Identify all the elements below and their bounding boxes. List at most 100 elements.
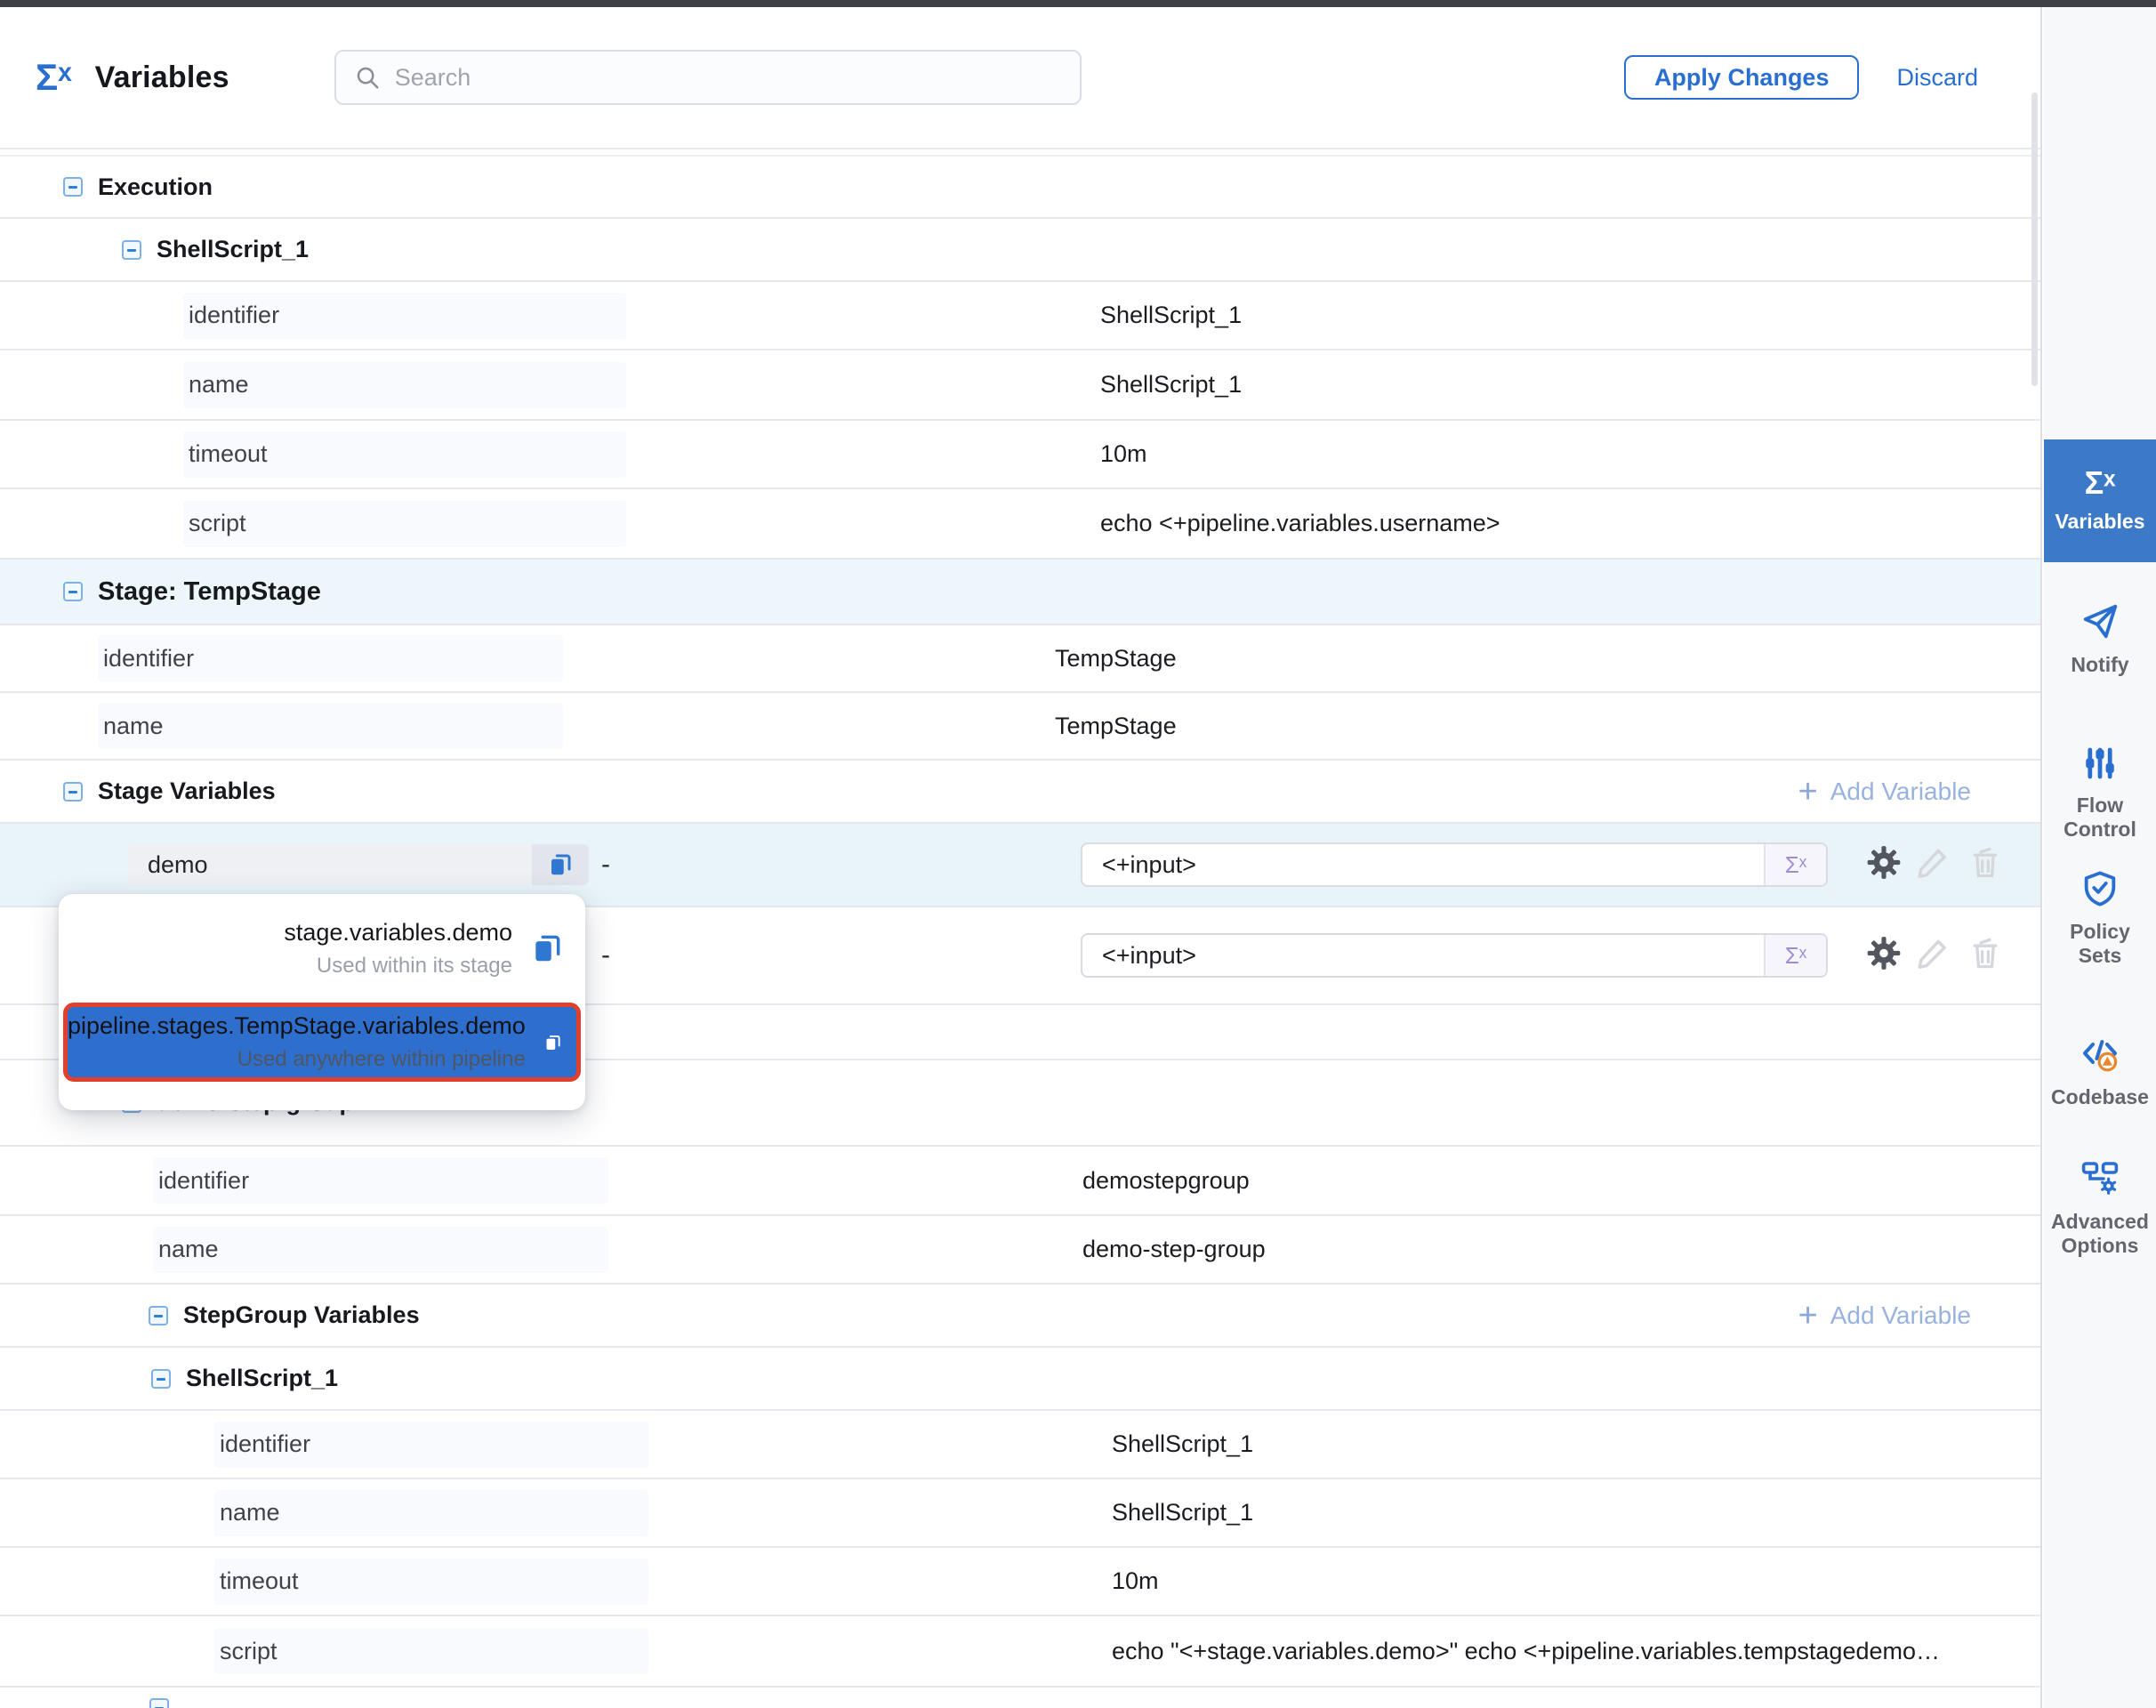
shield-check-icon xyxy=(2080,868,2120,909)
add-variable-button[interactable]: + Add Variable xyxy=(1798,775,1971,809)
prop-label-box: script xyxy=(214,1628,648,1674)
variable-name-field[interactable]: demo xyxy=(128,844,589,885)
flow-gear-icon xyxy=(2079,1156,2121,1199)
settings-gear-icon[interactable] xyxy=(1864,934,1903,978)
tree-row-shellscript-bottom: ShellScript_1 xyxy=(0,1348,2040,1411)
settings-gear-icon[interactable] xyxy=(1864,843,1903,887)
prop-value: 10m xyxy=(1112,1567,1159,1595)
sidebar-item-advanced-options[interactable]: Advanced Options xyxy=(2044,1156,2156,1258)
edit-pencil-icon[interactable] xyxy=(1914,844,1951,886)
collapse-icon[interactable] xyxy=(63,177,83,197)
prop-row-identifier: identifier demostepgroup xyxy=(0,1147,2040,1216)
collapse-icon[interactable] xyxy=(122,240,141,260)
sidebar-item-policy-sets[interactable]: Policy Sets xyxy=(2044,868,2156,968)
variable-scope-text: Used within its stage xyxy=(317,954,512,979)
section-label: ShellScript_1 xyxy=(157,236,309,263)
apply-changes-button[interactable]: Apply Changes xyxy=(1624,55,1860,100)
prop-label-box: identifier xyxy=(183,293,626,339)
sigma-x-icon: Σˣ xyxy=(2085,467,2116,499)
send-icon xyxy=(2080,601,2120,642)
prop-row-name: name TempStage xyxy=(0,693,2040,761)
partial-row xyxy=(0,1688,2040,1708)
edit-pencil-icon[interactable] xyxy=(1914,935,1951,977)
prop-value: ShellScript_1 xyxy=(1112,1499,1253,1527)
sidebar-item-notify[interactable]: Notify xyxy=(2044,601,2156,677)
sidebar-item-codebase[interactable]: Codebase xyxy=(2044,1032,2156,1109)
prop-label-box: name xyxy=(153,1227,608,1273)
page-title: Variables xyxy=(95,60,229,95)
copy-icon[interactable] xyxy=(530,931,564,965)
collapse-icon[interactable] xyxy=(149,1306,168,1325)
plus-icon: + xyxy=(1798,1299,1818,1333)
collapse-icon[interactable] xyxy=(63,582,83,601)
add-variable-button[interactable]: + Add Variable xyxy=(1798,1299,1971,1333)
prop-value: ShellScript_1 xyxy=(1100,302,1242,329)
prop-value: 10m xyxy=(1100,440,1147,468)
popup-option-pipeline-scope[interactable]: pipeline.stages.TempStage.variables.demo… xyxy=(63,1003,581,1082)
search-icon xyxy=(354,64,381,91)
prop-label-box: identifier xyxy=(153,1157,608,1204)
popup-option-stage-scope[interactable]: stage.variables.demo Used within its sta… xyxy=(59,894,585,1003)
tree-row-shellscript-top: ShellScript_1 xyxy=(0,219,2040,282)
sidebar-item-flow-control[interactable]: Flow Control xyxy=(2044,744,2156,842)
collapse-icon[interactable] xyxy=(63,782,83,802)
copy-icon[interactable] xyxy=(543,1026,562,1059)
prop-label-box: timeout xyxy=(214,1559,648,1605)
prop-value: TempStage xyxy=(1055,645,1177,673)
prop-label-box: script xyxy=(183,501,626,547)
prop-label-box: name xyxy=(98,703,563,749)
variable-scope-text: Used anywhere within pipeline xyxy=(237,1047,526,1072)
vertical-scrollbar[interactable] xyxy=(2031,93,2038,386)
variable-value-input[interactable]: <+input> Σˣ xyxy=(1081,842,1828,887)
collapse-icon[interactable] xyxy=(151,1369,171,1389)
search-box[interactable] xyxy=(334,50,1082,105)
code-warning-icon xyxy=(2079,1032,2121,1075)
prop-value: echo <+pipeline.variables.username> xyxy=(1100,510,1500,537)
variable-type: - xyxy=(601,850,610,880)
stage-section-label: Stage: TempStage xyxy=(98,577,321,607)
prop-row-timeout: timeout 10m xyxy=(0,1548,2040,1616)
prop-row-script: script echo <+pipeline.variables.usernam… xyxy=(0,489,2040,560)
collapse-icon[interactable] xyxy=(149,1698,169,1708)
prop-label-box: name xyxy=(214,1490,648,1536)
copy-icon xyxy=(547,851,574,878)
prop-row-name: name demo-step-group xyxy=(0,1216,2040,1285)
prop-label-box: identifier xyxy=(98,635,563,681)
section-label: Stage Variables xyxy=(98,777,276,805)
prop-label-box: name xyxy=(183,362,626,408)
search-input[interactable] xyxy=(395,64,1062,92)
prop-row-script: script echo "<+stage.variables.demo>" ec… xyxy=(0,1616,2040,1688)
prop-value: ShellScript_1 xyxy=(1112,1430,1253,1458)
expression-sigma-icon[interactable]: Σˣ xyxy=(1764,844,1826,885)
discard-button[interactable]: Discard xyxy=(1896,64,1978,92)
plus-icon: + xyxy=(1798,775,1818,809)
sliders-icon xyxy=(2080,744,2120,783)
copy-variable-button[interactable] xyxy=(532,844,589,885)
tree-row-execution: Execution xyxy=(0,157,2040,219)
expression-sigma-icon[interactable]: Σˣ xyxy=(1764,935,1826,976)
prop-value: ShellScript_1 xyxy=(1100,371,1242,399)
window-top-bar xyxy=(0,0,2156,7)
tree-row-stepgroup-variables: StepGroup Variables + Add Variable xyxy=(0,1285,2040,1348)
variable-value-input[interactable]: <+input> Σˣ xyxy=(1081,933,1828,978)
delete-trash-icon[interactable] xyxy=(1967,936,2003,976)
tree-row-stage-tempstage: Stage: TempStage xyxy=(0,560,2040,625)
variable-path-text: pipeline.stages.TempStage.variables.demo xyxy=(68,1012,526,1040)
variables-panel-screen: Σˣ Variables Apply Changes Discard Execu… xyxy=(0,0,2156,1708)
tree-row-stage-variables: Stage Variables + Add Variable xyxy=(0,761,2040,824)
section-label: ShellScript_1 xyxy=(186,1365,338,1392)
prop-label-box: identifier xyxy=(214,1422,648,1468)
delete-trash-icon[interactable] xyxy=(1967,845,2003,885)
prop-row-identifier: identifier ShellScript_1 xyxy=(0,1411,2040,1479)
variable-path-popup: stage.variables.demo Used within its sta… xyxy=(59,894,585,1110)
variable-type: - xyxy=(601,940,610,971)
prop-value: demostepgroup xyxy=(1082,1167,1250,1195)
prop-row-timeout: timeout 10m xyxy=(0,421,2040,489)
section-label: StepGroup Variables xyxy=(183,1301,420,1329)
prop-value: echo "<+stage.variables.demo>" echo <+pi… xyxy=(1112,1638,1940,1665)
sidebar-item-variables[interactable]: Σˣ Variables xyxy=(2044,439,2156,562)
prop-label-box: timeout xyxy=(183,431,626,478)
variable-path-text: stage.variables.demo xyxy=(284,919,512,947)
prop-row-name: name ShellScript_1 xyxy=(0,1479,2040,1548)
prop-row-name: name ShellScript_1 xyxy=(0,350,2040,421)
